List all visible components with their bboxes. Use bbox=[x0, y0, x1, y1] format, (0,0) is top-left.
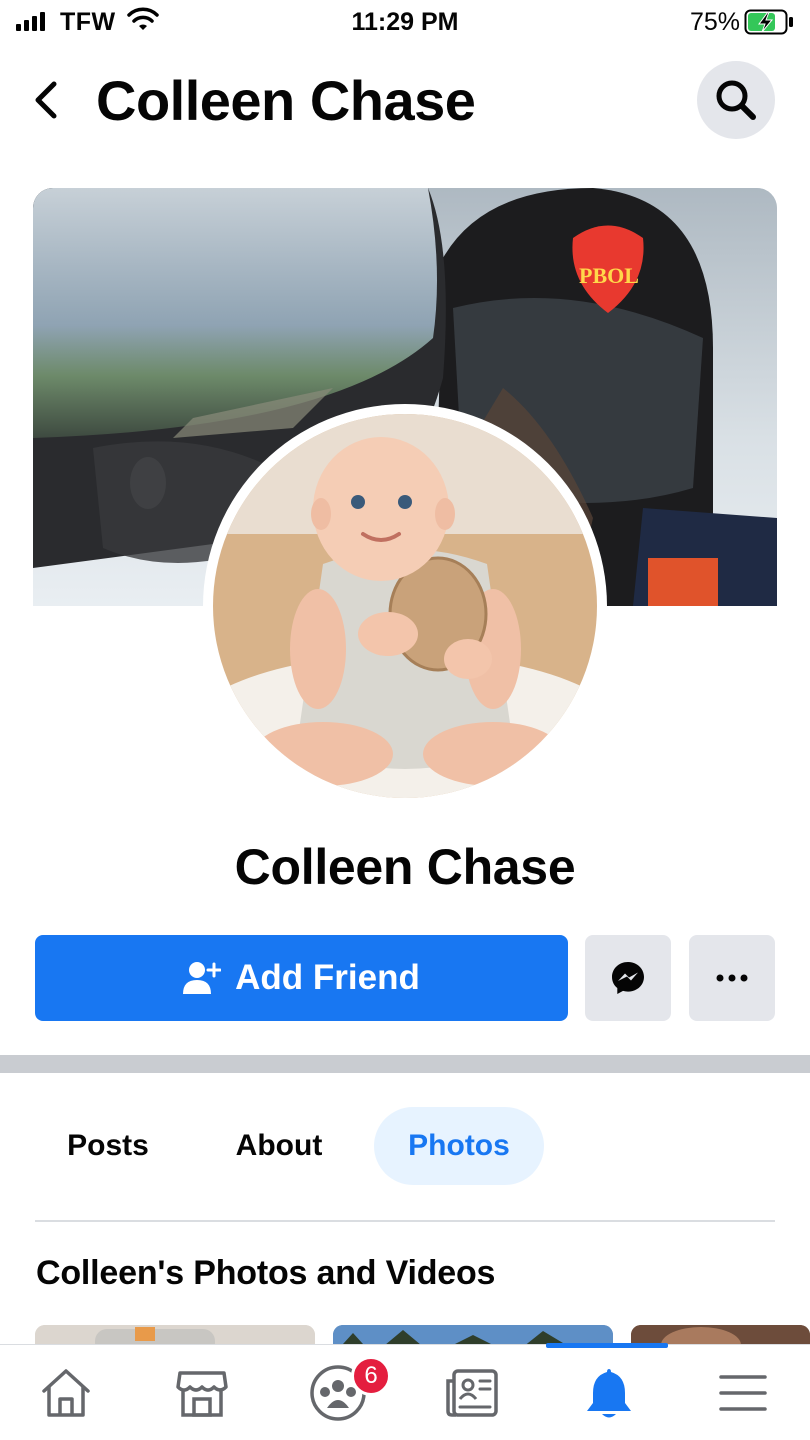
status-time: 11:29 PM bbox=[351, 8, 459, 36]
profile-photo-image bbox=[213, 414, 597, 798]
nav-notifications[interactable] bbox=[577, 1363, 641, 1423]
back-button[interactable] bbox=[28, 78, 68, 122]
nav-marketplace[interactable] bbox=[170, 1363, 234, 1423]
cover-badge-text: PBOL bbox=[579, 263, 639, 288]
add-friend-label: Add Friend bbox=[235, 958, 420, 997]
page-header: Colleen Chase bbox=[0, 46, 810, 156]
messenger-icon bbox=[612, 962, 644, 994]
profile-name: Colleen Chase bbox=[234, 839, 576, 895]
bottom-navigation: 6 bbox=[0, 1343, 810, 1440]
tab-photos[interactable]: Photos bbox=[374, 1107, 544, 1185]
section-divider bbox=[0, 1055, 810, 1073]
tab-about[interactable]: About bbox=[206, 1107, 352, 1185]
menu-icon bbox=[719, 1375, 767, 1411]
active-tab-indicator bbox=[546, 1343, 668, 1348]
tab-posts[interactable]: Posts bbox=[40, 1107, 176, 1185]
chevron-left-icon bbox=[35, 81, 57, 119]
message-button[interactable] bbox=[585, 935, 671, 1021]
photos-section-heading: Colleen's Photos and Videos bbox=[36, 1254, 496, 1292]
nav-news[interactable] bbox=[440, 1363, 504, 1423]
battery-percent: 75% bbox=[689, 8, 740, 36]
add-user-icon bbox=[183, 962, 222, 994]
status-bar: TFW 11:29 PM 75% bbox=[0, 0, 810, 46]
page-title: Colleen Chase bbox=[96, 69, 476, 132]
divider bbox=[35, 1220, 775, 1222]
news-icon bbox=[446, 1369, 498, 1417]
search-icon bbox=[716, 80, 756, 120]
battery-charging-icon bbox=[744, 9, 793, 35]
marketplace-icon bbox=[176, 1371, 228, 1417]
more-options-button[interactable] bbox=[689, 935, 775, 1021]
add-friend-button[interactable]: Add Friend bbox=[35, 935, 568, 1021]
nav-home[interactable] bbox=[34, 1363, 98, 1423]
home-icon bbox=[42, 1369, 90, 1417]
profile-photo[interactable] bbox=[203, 404, 607, 808]
search-button[interactable] bbox=[697, 61, 775, 139]
ellipsis-icon bbox=[716, 974, 748, 982]
bell-icon bbox=[587, 1369, 631, 1418]
nav-menu[interactable] bbox=[711, 1363, 775, 1423]
notification-badge: 6 bbox=[351, 1356, 391, 1396]
